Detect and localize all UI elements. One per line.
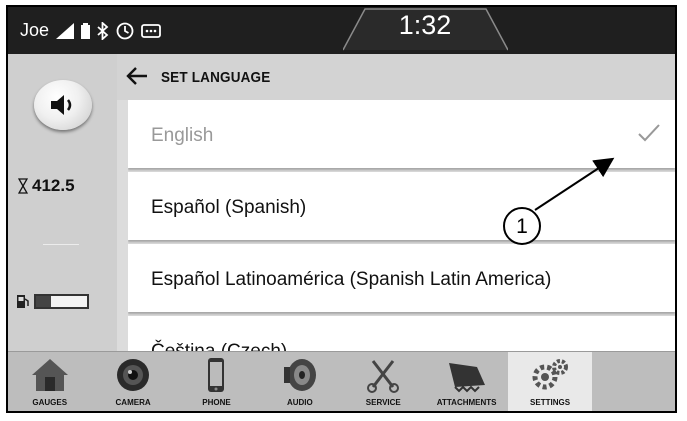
- house-icon: [31, 359, 68, 391]
- phone-icon: [208, 358, 225, 392]
- wrench-icon: [367, 360, 400, 393]
- side-panel: 412.5: [8, 54, 117, 351]
- hourglass-icon: [18, 178, 28, 194]
- language-label: Čeština (Czech): [151, 341, 287, 351]
- language-label: Español (Spanish): [151, 197, 307, 218]
- back-arrow-icon[interactable]: [123, 62, 153, 90]
- nav-label: GAUGES: [32, 398, 68, 407]
- nav-label: SERVICE: [365, 398, 401, 407]
- battery-icon: [81, 22, 91, 39]
- nav-label: CAMERA: [115, 398, 151, 407]
- language-item-czech[interactable]: Čeština (Czech): [128, 316, 675, 351]
- nav-camera[interactable]: CAMERA: [91, 352, 174, 411]
- nav-audio[interactable]: AUDIO: [258, 352, 341, 411]
- engine-hours: 412.5: [18, 176, 75, 196]
- nav-label: PHONE: [202, 398, 231, 407]
- status-bar: Joe 1:32: [8, 7, 675, 54]
- fuel-level-fill: [36, 295, 52, 307]
- language-item-spanish-latin-america[interactable]: Español Latinoamérica (Spanish Latin Ame…: [128, 244, 675, 312]
- nav-label: ATTACHMENTS: [436, 398, 497, 407]
- signal-icon: [56, 22, 75, 39]
- nav-label: SETTINGS: [530, 398, 571, 407]
- page-title: SET LANGUAGE: [161, 69, 271, 86]
- speaker-icon: [283, 359, 316, 391]
- nav-attachments[interactable]: ATTACHMENTS: [425, 352, 508, 411]
- nav-phone[interactable]: PHONE: [175, 352, 258, 411]
- language-item-spanish[interactable]: Español (Spanish): [128, 172, 675, 240]
- engine-hours-value: 412.5: [32, 176, 75, 195]
- clock-time: 1:32: [398, 10, 452, 40]
- camera-icon: [117, 359, 150, 391]
- page-header: SET LANGUAGE: [117, 54, 675, 100]
- language-label: Español Latinoamérica (Spanish Latin Ame…: [151, 269, 552, 290]
- fuel-gauge: [16, 293, 89, 309]
- fuel-level-bar: [34, 293, 89, 309]
- side-divider: [43, 244, 79, 245]
- callout-number: 1: [503, 207, 541, 245]
- nav-gauges[interactable]: GAUGES: [8, 352, 91, 411]
- gears-icon: [532, 359, 569, 390]
- bluetooth-icon: [97, 21, 109, 40]
- clock-status-icon: [116, 22, 134, 39]
- fuel-pump-icon: [17, 295, 29, 308]
- speaker-volume-icon: [51, 95, 72, 115]
- language-list[interactable]: English Español (Spanish) Español Latino…: [128, 100, 675, 351]
- message-icon: [141, 23, 161, 38]
- volume-button[interactable]: [34, 80, 92, 130]
- status-indicators: Joe: [20, 20, 161, 41]
- carrier-name: Joe: [20, 20, 50, 40]
- language-label: English: [151, 125, 214, 146]
- nav-settings[interactable]: SETTINGS: [508, 352, 592, 411]
- nav-service[interactable]: SERVICE: [342, 352, 425, 411]
- bottom-nav: GAUGES CAMERA PHONE AUDIO SERVICE ATTACH…: [8, 351, 675, 411]
- checkmark-icon: [638, 124, 660, 142]
- bucket-icon: [448, 363, 485, 393]
- language-item-english[interactable]: English: [128, 100, 675, 168]
- screen-frame: Joe 1:32 412.5 SET LANGUAGE English Espa…: [6, 5, 677, 413]
- nav-label: AUDIO: [286, 398, 313, 407]
